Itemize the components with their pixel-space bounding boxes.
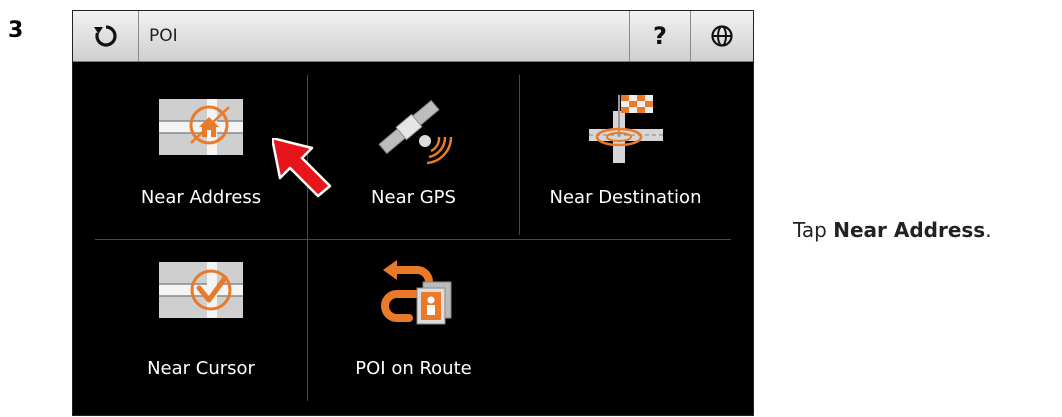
menu-item-label: Near Destination: [549, 187, 702, 208]
instruction-suffix: .: [985, 218, 992, 242]
menu-item-label: POI on Route: [355, 358, 472, 379]
menu-item-near-gps[interactable]: Near GPS: [308, 75, 519, 239]
destination-flag-icon: [588, 95, 663, 163]
poi-on-route-icon: [380, 260, 451, 325]
menu-item-poi-on-route[interactable]: POI on Route: [308, 240, 519, 404]
menu-item-near-destination[interactable]: Near Destination: [520, 75, 731, 239]
near-cursor-icon: [159, 262, 243, 318]
help-button[interactable]: ?: [629, 11, 691, 61]
instruction-emphasis: Near Address: [833, 218, 986, 242]
device-screen: POI ? Near Address Near GPS Near Destina…: [72, 10, 754, 416]
near-address-icon: [159, 99, 243, 155]
menu-item-near-cursor[interactable]: Near Cursor: [95, 240, 307, 404]
instruction-prefix: Tap: [793, 218, 834, 242]
page-title: POI: [149, 26, 178, 46]
back-button[interactable]: [73, 11, 139, 61]
language-button[interactable]: [691, 11, 753, 61]
satellite-icon: [377, 99, 452, 165]
pointer-arrow-icon: [272, 138, 332, 198]
refresh-back-icon: [93, 25, 117, 47]
step-number: 3: [8, 18, 24, 43]
instruction-text: Tap Near Address.: [793, 218, 992, 242]
menu-item-label: Near GPS: [371, 187, 456, 208]
title-bar: POI ?: [73, 11, 753, 62]
menu-item-label: Near Cursor: [147, 358, 255, 379]
globe-icon: [711, 25, 733, 47]
